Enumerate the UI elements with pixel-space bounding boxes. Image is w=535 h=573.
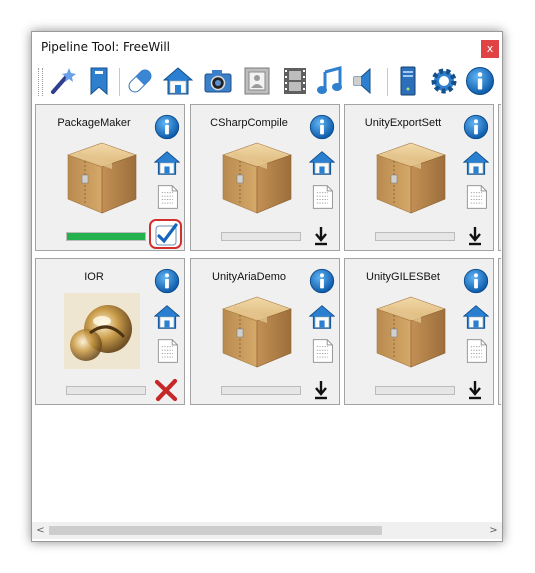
toolbar-grip[interactable] — [38, 68, 43, 96]
package-name: PackageMaker — [57, 117, 131, 129]
music-note-icon[interactable] — [315, 66, 345, 96]
package-box-icon — [373, 139, 449, 215]
home-icon[interactable] — [154, 150, 180, 176]
package-card[interactable]: IOR — [35, 258, 185, 405]
info-icon[interactable] — [309, 268, 335, 294]
download-icon[interactable] — [308, 223, 334, 249]
package-card[interactable]: CSharpCompile — [190, 104, 340, 251]
download-icon[interactable] — [462, 377, 488, 403]
scroll-right-arrow[interactable]: > — [485, 522, 502, 539]
pill-icon[interactable] — [125, 66, 155, 96]
checkmark-icon — [153, 222, 179, 248]
home-icon[interactable] — [163, 66, 193, 96]
wand-icon[interactable] — [47, 66, 77, 96]
toolbar-separator — [119, 68, 120, 96]
horizontal-scrollbar[interactable]: < > — [32, 522, 502, 539]
package-card-partial[interactable] — [498, 104, 501, 251]
scrollbar-thumb[interactable] — [49, 526, 382, 535]
document-icon[interactable] — [463, 338, 489, 364]
package-card[interactable]: UnityExportSett — [344, 104, 494, 251]
info-icon[interactable] — [463, 268, 489, 294]
info-icon[interactable] — [465, 66, 495, 96]
installed-status-highlight[interactable] — [149, 219, 182, 249]
document-icon[interactable] — [309, 338, 335, 364]
package-card-partial[interactable] — [498, 258, 501, 405]
package-grid: PackageMaker CSharpCompile UnityExportSe… — [35, 104, 501, 514]
server-icon[interactable] — [393, 66, 423, 96]
package-card[interactable]: UnityAriaDemo — [190, 258, 340, 405]
download-icon[interactable] — [462, 223, 488, 249]
failed-x-icon[interactable] — [153, 377, 179, 403]
package-card[interactable]: PackageMaker — [35, 104, 185, 251]
package-box-icon — [64, 139, 140, 215]
document-icon[interactable] — [463, 184, 489, 210]
download-icon[interactable] — [308, 377, 334, 403]
gear-icon[interactable] — [429, 66, 459, 96]
info-icon[interactable] — [154, 268, 180, 294]
progress-bar — [221, 232, 301, 241]
picture-frame-icon[interactable] — [242, 66, 272, 96]
progress-bar — [375, 386, 455, 395]
package-name: UnityAriaDemo — [212, 271, 286, 283]
progress-bar — [66, 232, 146, 241]
document-icon[interactable] — [154, 338, 180, 364]
progress-fill — [67, 233, 145, 240]
home-icon[interactable] — [463, 304, 489, 330]
camera-icon[interactable] — [203, 66, 233, 96]
toolbar-separator — [387, 68, 388, 96]
home-icon[interactable] — [309, 150, 335, 176]
home-icon[interactable] — [463, 150, 489, 176]
pipeline-tool-window: Pipeline Tool: FreeWill x PackageMaker C… — [31, 31, 503, 542]
window-title: Pipeline Tool: FreeWill — [41, 40, 171, 54]
home-icon[interactable] — [309, 304, 335, 330]
package-name: CSharpCompile — [210, 117, 288, 129]
package-name: IOR — [84, 271, 104, 283]
document-icon[interactable] — [309, 184, 335, 210]
package-card[interactable]: UnityGILESBet — [344, 258, 494, 405]
package-name: UnityGILESBet — [366, 271, 440, 283]
package-box-icon — [219, 293, 295, 369]
info-icon[interactable] — [463, 114, 489, 140]
scroll-left-arrow[interactable]: < — [32, 522, 49, 539]
progress-bar — [66, 386, 146, 395]
film-icon[interactable] — [280, 66, 310, 96]
bookmark-icon[interactable] — [84, 66, 114, 96]
progress-bar — [221, 386, 301, 395]
package-name: UnityExportSett — [364, 117, 442, 129]
glass-spheres-thumbnail — [64, 293, 140, 369]
document-icon[interactable] — [154, 184, 180, 210]
toolbar — [32, 62, 502, 100]
speaker-icon[interactable] — [350, 66, 380, 96]
close-button[interactable]: x — [481, 40, 499, 58]
package-box-icon — [219, 139, 295, 215]
home-icon[interactable] — [154, 304, 180, 330]
progress-bar — [375, 232, 455, 241]
info-icon[interactable] — [154, 114, 180, 140]
package-box-icon — [373, 293, 449, 369]
info-icon[interactable] — [309, 114, 335, 140]
title-bar: Pipeline Tool: FreeWill x — [32, 32, 502, 62]
